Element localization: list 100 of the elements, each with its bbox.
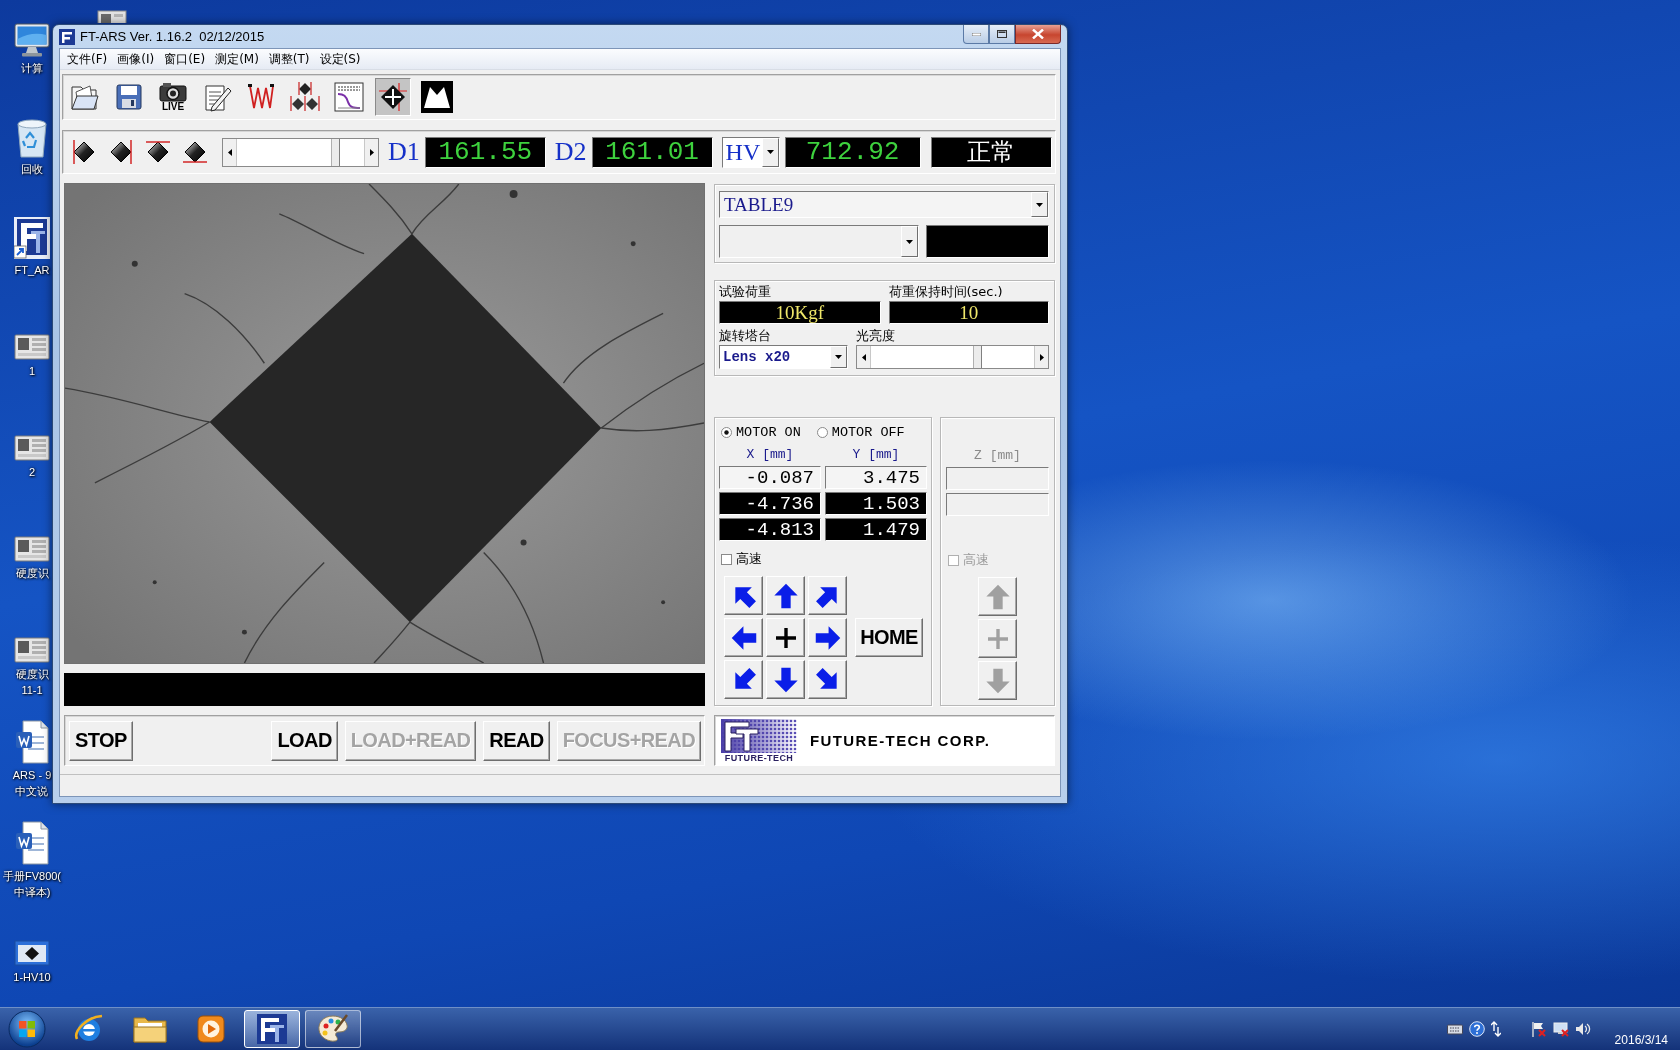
lens-dropdown[interactable]: Lens x20: [719, 345, 848, 369]
diameter-display: 161.01: [591, 136, 713, 168]
desktop-icon-label[interactable]: 回收: [21, 161, 43, 177]
caret-icon: [835, 355, 842, 359]
menu-item[interactable]: 测定(M): [210, 50, 264, 68]
desktop-icon-label[interactable]: 硬度识 11-1: [15, 666, 49, 698]
device-icon[interactable]: [14, 435, 50, 461]
slider-thumb[interactable]: [331, 138, 341, 166]
move-down-right-button[interactable]: [808, 660, 847, 699]
minimize-button[interactable]: [963, 25, 989, 44]
desktop-icon-label[interactable]: FT_AR: [14, 262, 50, 278]
app-logo-icon: [59, 28, 75, 45]
menu-item[interactable]: 画像(I): [112, 50, 160, 68]
move-up-button[interactable]: [766, 576, 805, 615]
diameter-display: 161.55: [424, 136, 546, 168]
hardness-display: 712.92: [784, 136, 921, 168]
partial-desktop-icon[interactable]: [97, 10, 127, 23]
diamond-left-line-icon[interactable]: [71, 139, 97, 165]
diameter-label: D2: [554, 137, 587, 167]
threshold-slider[interactable]: [222, 137, 379, 167]
start-orb-icon: [8, 1010, 46, 1048]
motor-radio[interactable]: MOTOR OFF: [816, 425, 905, 440]
position-field[interactable]: 3.475: [825, 466, 927, 489]
computer-icon[interactable]: [14, 23, 50, 57]
help-icon[interactable]: [1468, 1021, 1485, 1037]
slider-thumb[interactable]: [972, 346, 982, 368]
menu-item[interactable]: 窗口(E): [159, 50, 211, 68]
diamond-measure-icon: [290, 82, 320, 112]
action-button[interactable]: LOAD: [271, 720, 338, 761]
position-display: -4.736: [719, 492, 821, 515]
status-display: 正常: [930, 136, 1052, 168]
close-button[interactable]: [1015, 25, 1061, 44]
desktop-icon-label[interactable]: 硬度识: [15, 565, 49, 581]
menu-item[interactable]: 文件(F): [62, 50, 113, 68]
action-button[interactable]: READ: [483, 720, 550, 761]
toolbar-button[interactable]: LIVE: [155, 78, 191, 116]
test-load-label: 试验荷重: [719, 283, 772, 301]
dropdown-button[interactable]: [761, 137, 779, 167]
keyboard-icon[interactable]: [1446, 1023, 1463, 1035]
triangle-right-icon: [369, 148, 374, 156]
move-right-button[interactable]: [808, 618, 847, 657]
high-speed-checkbox[interactable]: 高速: [719, 550, 927, 568]
move-down-left-button[interactable]: [724, 660, 763, 699]
dwell-time-label: 荷重保持时间(sec.): [888, 283, 1004, 301]
dropdown-button[interactable]: [830, 346, 847, 368]
desktop-icon-label[interactable]: 手册FV800( 中译本): [2, 868, 62, 900]
motor-radio[interactable]: MOTOR ON: [721, 425, 801, 440]
menu-item[interactable]: 设定(S): [314, 50, 366, 68]
desktop-icon-label[interactable]: 2: [28, 464, 36, 480]
position-display: -4.813: [719, 518, 821, 541]
move-left-button[interactable]: [724, 618, 763, 657]
move-down-button[interactable]: [766, 660, 805, 699]
desktop-icon-label[interactable]: 1-HV10: [13, 969, 51, 985]
position-display: 1.503: [825, 492, 927, 515]
media-player-icon: [197, 1015, 225, 1043]
monitor-icon[interactable]: [1552, 1021, 1569, 1037]
transfer-icon[interactable]: [1490, 1021, 1501, 1037]
move-up-right-button[interactable]: [808, 576, 847, 615]
device-icon[interactable]: [14, 536, 50, 562]
app-logo-icon[interactable]: [14, 217, 50, 259]
table-dropdown[interactable]: TABLE9: [719, 191, 1049, 218]
document-icon[interactable]: [15, 720, 49, 764]
axis-column-header: Z [mm]: [973, 448, 1022, 464]
sub-dropdown[interactable]: [719, 225, 919, 258]
taskbar-button[interactable]: [244, 1010, 300, 1048]
start-button[interactable]: [7, 1009, 47, 1049]
device-icon[interactable]: [14, 637, 50, 663]
diamond-window-icon[interactable]: [14, 940, 50, 966]
document-icon[interactable]: [15, 821, 49, 865]
toolbar-button[interactable]: [375, 78, 411, 116]
hv-dropdown[interactable]: HV: [721, 136, 780, 168]
desktop-icon-label[interactable]: 计算: [21, 60, 43, 76]
home-button[interactable]: HOME: [855, 618, 923, 657]
camera-icon: [159, 82, 187, 102]
triangle-right-icon: [1039, 353, 1044, 361]
desktop-icon-label[interactable]: ARS - 9 中文说: [12, 767, 52, 799]
move-up-left-button[interactable]: [724, 576, 763, 615]
speaker-icon[interactable]: [1574, 1022, 1591, 1036]
dropdown-button[interactable]: [1031, 192, 1048, 217]
position-field[interactable]: -0.087: [719, 466, 821, 489]
peaks-icon: [421, 81, 453, 113]
taskbar-date[interactable]: 2016/3/14: [1614, 1033, 1668, 1050]
taskbar-button[interactable]: [305, 1010, 361, 1048]
center-button[interactable]: [766, 618, 805, 657]
recycle-bin-icon[interactable]: [16, 118, 48, 158]
brightness-slider[interactable]: [856, 345, 1049, 369]
diamond-bottom-line-icon[interactable]: [182, 139, 208, 165]
desktop-icon-label[interactable]: 1: [28, 363, 36, 379]
diamond-right-line-icon[interactable]: [108, 139, 134, 165]
menu-item[interactable]: 调整(T): [263, 50, 315, 68]
device-icon[interactable]: [14, 334, 50, 360]
brightness-label: 光亮度: [856, 327, 896, 345]
flag-icon[interactable]: [1530, 1021, 1547, 1037]
action-button[interactable]: STOP: [69, 720, 133, 761]
window-title: FT-ARS Ver. 1.16.2 02/12/2015: [80, 29, 265, 44]
dropdown-button[interactable]: [901, 226, 918, 257]
maximize-button[interactable]: [989, 25, 1015, 44]
toolbar-button[interactable]: [419, 78, 455, 116]
axis-column-header: Y [mm]: [851, 447, 901, 463]
diamond-top-line-icon[interactable]: [145, 139, 171, 165]
